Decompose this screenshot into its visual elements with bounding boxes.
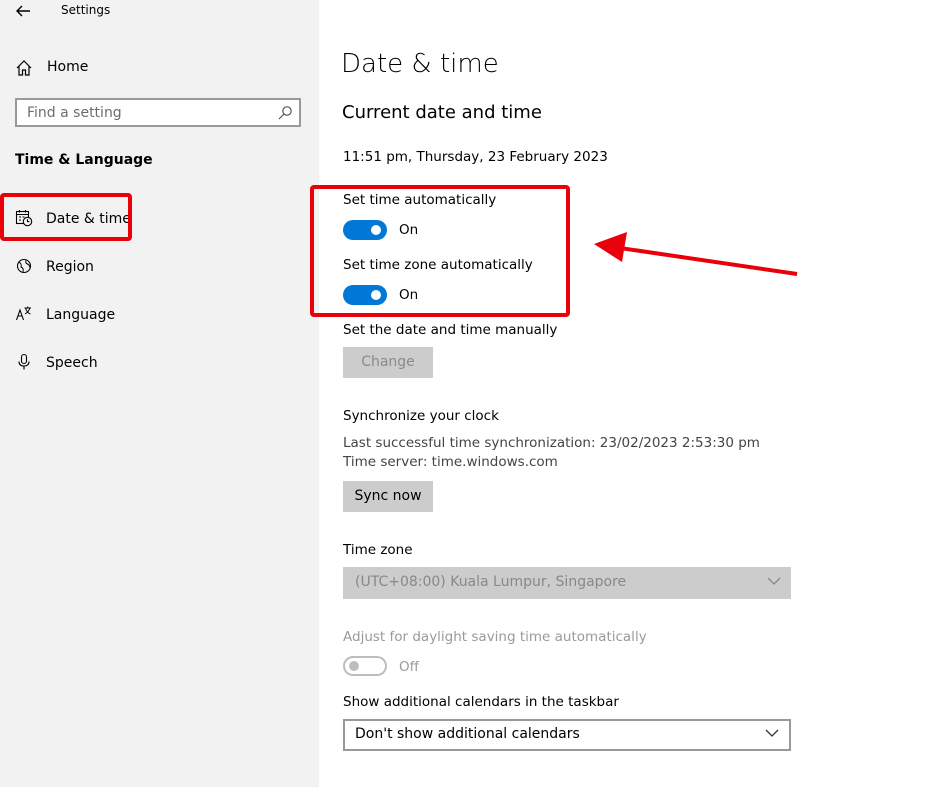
microphone-icon xyxy=(18,353,30,370)
page-title: Date & time xyxy=(341,49,499,79)
annotation-highlight-toggles xyxy=(310,185,570,317)
calendars-value: Don't show additional calendars xyxy=(355,726,580,742)
dst-toggle[interactable] xyxy=(343,656,387,676)
back-arrow-icon[interactable] xyxy=(13,1,33,21)
timezone-label: Time zone xyxy=(343,542,413,558)
dst-state: Off xyxy=(399,659,419,675)
time-server-text: Time server: time.windows.com xyxy=(343,454,558,470)
search-placeholder: Find a setting xyxy=(27,105,122,121)
timezone-value: (UTC+08:00) Kuala Lumpur, Singapore xyxy=(355,574,627,590)
toggle-knob xyxy=(349,661,359,671)
last-sync-text: Last successful time synchronization: 23… xyxy=(343,435,760,451)
sidebar-item-label: Region xyxy=(46,259,94,275)
sync-now-button[interactable]: Sync now xyxy=(343,481,433,512)
home-link[interactable]: Home xyxy=(47,59,88,75)
dst-label: Adjust for daylight saving time automati… xyxy=(343,629,647,645)
change-button[interactable]: Change xyxy=(343,347,433,378)
section-title: Time & Language xyxy=(15,152,153,168)
current-datetime: 11:51 pm, Thursday, 23 February 2023 xyxy=(343,149,608,165)
manual-datetime-label: Set the date and time manually xyxy=(343,322,558,338)
window-title: Settings xyxy=(61,3,111,17)
calendars-select[interactable]: Don't show additional calendars xyxy=(343,719,791,751)
annotation-highlight-sidebar xyxy=(0,193,132,241)
sidebar-item-language[interactable]: Language xyxy=(0,301,319,329)
language-icon xyxy=(15,306,31,321)
section-heading: Current date and time xyxy=(342,102,542,123)
sidebar-item-label: Language xyxy=(46,307,116,323)
calendars-label: Show additional calendars in the taskbar xyxy=(343,694,619,710)
globe-icon xyxy=(16,258,32,274)
sidebar-item-region[interactable]: Region xyxy=(0,253,319,281)
sync-heading: Synchronize your clock xyxy=(343,408,499,424)
chevron-down-icon xyxy=(765,729,779,737)
sidebar-item-label: Speech xyxy=(46,355,98,371)
timezone-select[interactable]: (UTC+08:00) Kuala Lumpur, Singapore xyxy=(343,567,791,599)
sidebar-item-speech[interactable]: Speech xyxy=(0,349,319,377)
sidebar: Settings Home Find a setting Time & Lang… xyxy=(0,0,319,787)
search-icon[interactable] xyxy=(277,105,293,121)
search-input[interactable]: Find a setting xyxy=(15,98,301,127)
chevron-down-icon xyxy=(767,577,781,585)
home-icon[interactable] xyxy=(15,59,33,77)
